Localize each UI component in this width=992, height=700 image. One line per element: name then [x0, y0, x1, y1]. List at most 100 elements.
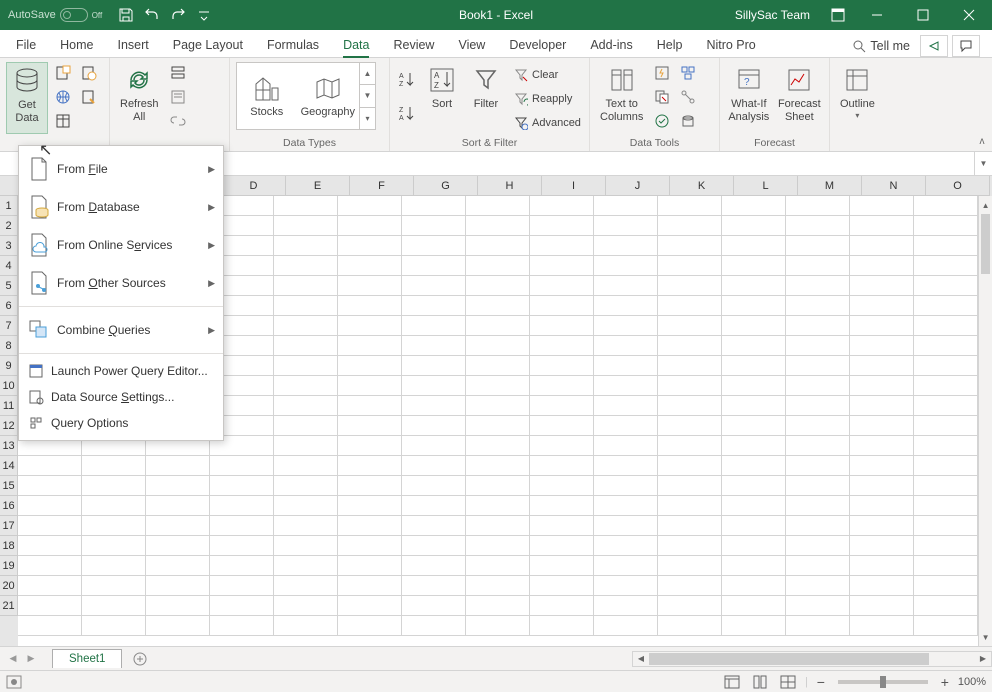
- cell[interactable]: [786, 296, 850, 316]
- zoom-out-button[interactable]: −: [814, 674, 828, 690]
- cell[interactable]: [722, 556, 786, 576]
- manage-data-model-icon[interactable]: [677, 110, 699, 132]
- row-header[interactable]: 14: [0, 456, 18, 476]
- cell[interactable]: [594, 476, 658, 496]
- tab-view[interactable]: View: [446, 34, 497, 57]
- user-name[interactable]: SillySac Team: [735, 8, 810, 22]
- cell[interactable]: [850, 596, 914, 616]
- new-sheet-button[interactable]: [130, 649, 150, 669]
- cell[interactable]: [530, 356, 594, 376]
- cell[interactable]: [466, 356, 530, 376]
- cell[interactable]: [914, 416, 978, 436]
- sheet-tab[interactable]: Sheet1: [52, 649, 122, 668]
- cell[interactable]: [402, 496, 466, 516]
- cell[interactable]: [530, 276, 594, 296]
- cell[interactable]: [210, 556, 274, 576]
- cell[interactable]: [530, 556, 594, 576]
- tab-developer[interactable]: Developer: [497, 34, 578, 57]
- cell[interactable]: [914, 556, 978, 576]
- tell-me-search[interactable]: Tell me: [846, 39, 916, 53]
- cell[interactable]: [786, 356, 850, 376]
- cell[interactable]: [914, 336, 978, 356]
- cell[interactable]: [658, 516, 722, 536]
- cell[interactable]: [722, 416, 786, 436]
- queries-connections-icon[interactable]: [167, 62, 189, 84]
- cell[interactable]: [914, 296, 978, 316]
- row-header[interactable]: 17: [0, 516, 18, 536]
- cell[interactable]: [722, 196, 786, 216]
- cell[interactable]: [786, 616, 850, 636]
- cell[interactable]: [146, 616, 210, 636]
- whatif-analysis-button[interactable]: ? What-If Analysis: [726, 62, 772, 134]
- cell[interactable]: [914, 476, 978, 496]
- menu-data-source-settings[interactable]: Data Source Settings...: [19, 384, 223, 410]
- column-header[interactable]: K: [670, 176, 734, 196]
- cell[interactable]: [658, 536, 722, 556]
- cell[interactable]: [594, 496, 658, 516]
- menu-combine-queries[interactable]: Combine Queries ▶: [19, 311, 223, 349]
- row-header[interactable]: 9: [0, 356, 18, 376]
- cell[interactable]: [914, 456, 978, 476]
- row-header[interactable]: 19: [0, 556, 18, 576]
- cell[interactable]: [658, 196, 722, 216]
- cell[interactable]: [338, 536, 402, 556]
- cell[interactable]: [850, 336, 914, 356]
- cell[interactable]: [850, 216, 914, 236]
- record-macro-icon[interactable]: [6, 675, 22, 689]
- cell[interactable]: [850, 276, 914, 296]
- cell[interactable]: [18, 516, 82, 536]
- cell[interactable]: [530, 436, 594, 456]
- cell[interactable]: [658, 416, 722, 436]
- zoom-slider[interactable]: [838, 680, 928, 684]
- cell[interactable]: [722, 476, 786, 496]
- scroll-left-icon[interactable]: ◀: [633, 652, 649, 666]
- cell[interactable]: [274, 436, 338, 456]
- cell[interactable]: [18, 476, 82, 496]
- cell[interactable]: [146, 536, 210, 556]
- cell[interactable]: [530, 396, 594, 416]
- cell[interactable]: [786, 436, 850, 456]
- cell[interactable]: [594, 436, 658, 456]
- cell[interactable]: [82, 596, 146, 616]
- row-header[interactable]: 12: [0, 416, 18, 436]
- get-data-button[interactable]: Get Data: [6, 62, 48, 134]
- cell[interactable]: [850, 456, 914, 476]
- cell[interactable]: [658, 456, 722, 476]
- horizontal-scrollbar[interactable]: ◀ ▶: [632, 651, 992, 667]
- undo-icon[interactable]: [140, 3, 164, 27]
- row-header[interactable]: 10: [0, 376, 18, 396]
- cell[interactable]: [658, 276, 722, 296]
- from-table-icon[interactable]: [52, 110, 74, 132]
- cell[interactable]: [914, 596, 978, 616]
- cell[interactable]: [594, 416, 658, 436]
- cell[interactable]: [850, 356, 914, 376]
- sort-button[interactable]: AZ Sort: [422, 62, 462, 134]
- cell[interactable]: [466, 476, 530, 496]
- cell[interactable]: [402, 376, 466, 396]
- cell[interactable]: [722, 236, 786, 256]
- row-header[interactable]: 1: [0, 196, 18, 216]
- cell[interactable]: [914, 316, 978, 336]
- cell[interactable]: [850, 536, 914, 556]
- menu-launch-power-query[interactable]: Launch Power Query Editor...: [19, 358, 223, 384]
- cell[interactable]: [146, 476, 210, 496]
- cell[interactable]: [914, 576, 978, 596]
- cell[interactable]: [82, 476, 146, 496]
- cell[interactable]: [786, 376, 850, 396]
- cell[interactable]: [18, 556, 82, 576]
- cell[interactable]: [658, 376, 722, 396]
- cell[interactable]: [210, 596, 274, 616]
- cell[interactable]: [338, 556, 402, 576]
- cell[interactable]: [530, 476, 594, 496]
- cell[interactable]: [82, 516, 146, 536]
- cell[interactable]: [338, 316, 402, 336]
- cell[interactable]: [338, 616, 402, 636]
- cell[interactable]: [658, 216, 722, 236]
- column-header[interactable]: D: [222, 176, 286, 196]
- cell[interactable]: [466, 236, 530, 256]
- cell[interactable]: [594, 536, 658, 556]
- cell[interactable]: [530, 256, 594, 276]
- cell[interactable]: [914, 436, 978, 456]
- zoom-level[interactable]: 100%: [958, 676, 986, 688]
- cell[interactable]: [210, 516, 274, 536]
